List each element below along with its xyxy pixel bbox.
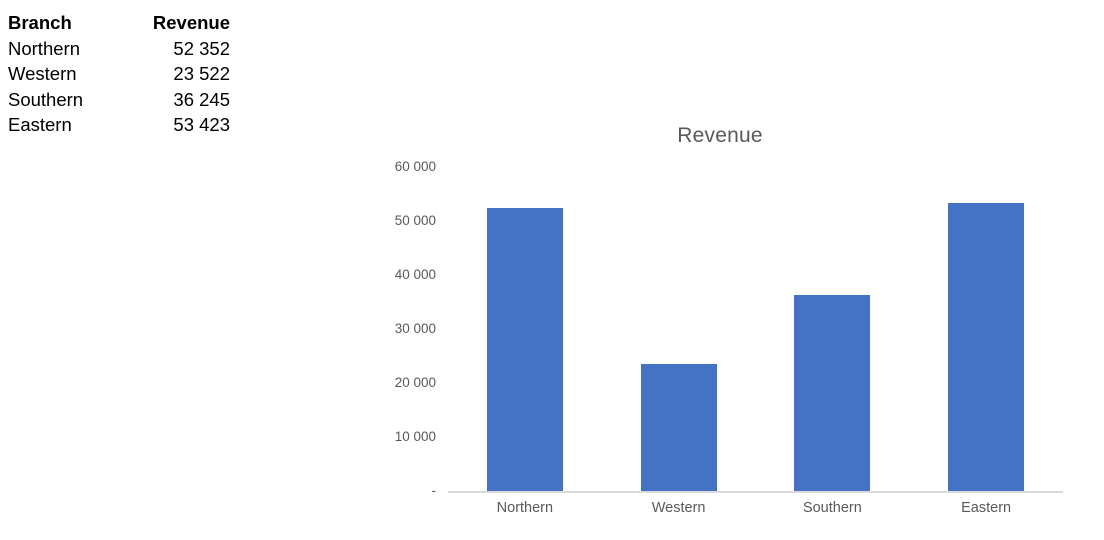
y-axis-tick-label: 40 000 <box>394 267 436 282</box>
cell-branch: Western <box>8 63 77 84</box>
cell-revenue: 36 245 <box>173 88 230 110</box>
table-header: Branch Revenue <box>8 10 240 36</box>
x-axis-tick-label: Western <box>651 500 706 516</box>
x-axis-tick-label: Eastern <box>961 500 1012 516</box>
chart-plot-area: - 10 000 20 000 30 000 40 000 50 000 60 000 No… <box>360 112 1080 532</box>
x-axis-tick-label: Southern <box>802 500 862 516</box>
y-axis-tick-label: 60 000 <box>394 159 436 174</box>
table-row: Northern 52 352 <box>8 36 240 62</box>
cell-revenue: 23 522 <box>173 63 230 84</box>
bar-slot <box>756 112 910 491</box>
x-axis-line <box>448 491 1063 493</box>
y-axis-tick-label: - <box>431 483 437 498</box>
revenue-bar-chart[interactable]: Revenue -10 000 20 000 30 000 40 000 50 000 6… <box>360 112 1080 532</box>
table-body: Northern 52 352 Western 23 522 Southern … <box>8 36 240 138</box>
table-row: Eastern 53 423 <box>8 112 240 138</box>
column-header-revenue: Revenue <box>152 12 230 33</box>
x-axis-tick-label: Northern <box>496 500 554 516</box>
y-axis-tick-label: 10 000 <box>394 429 436 444</box>
cell-branch: Northern <box>8 37 80 59</box>
table-header-row: Branch Revenue <box>8 10 240 36</box>
y-axis-tick-label: 30 000 <box>394 321 436 336</box>
cell-branch: Eastern <box>8 114 72 135</box>
revenue-data-table: Branch Revenue Northern 52 352 Western 2… <box>8 10 240 138</box>
bar-western[interactable] <box>640 363 717 491</box>
y-axis-tick-label: 20 000 <box>394 375 436 390</box>
bar-series <box>448 112 1063 491</box>
y-axis-tick-label: 50 000 <box>394 213 436 228</box>
column-header-branch: Branch <box>8 12 72 33</box>
bar-slot <box>448 112 602 491</box>
cell-branch: Southern <box>8 88 84 110</box>
bar-slot <box>602 112 756 491</box>
bar-slot <box>909 112 1063 491</box>
cell-revenue: 53 423 <box>173 114 230 135</box>
bar-northern[interactable] <box>486 208 563 491</box>
table-row: Southern 36 245 <box>8 87 240 113</box>
bar-eastern[interactable] <box>948 202 1025 491</box>
x-axis-tick-labels: Northern Western Southern Eastern <box>448 500 1063 530</box>
bar-southern[interactable] <box>794 295 871 491</box>
cell-revenue: 52 352 <box>173 37 230 59</box>
y-axis-tick-labels: - 10 000 20 000 30 000 40 000 50 000 60 000 <box>360 112 436 532</box>
table-row: Western 23 522 <box>8 61 240 87</box>
